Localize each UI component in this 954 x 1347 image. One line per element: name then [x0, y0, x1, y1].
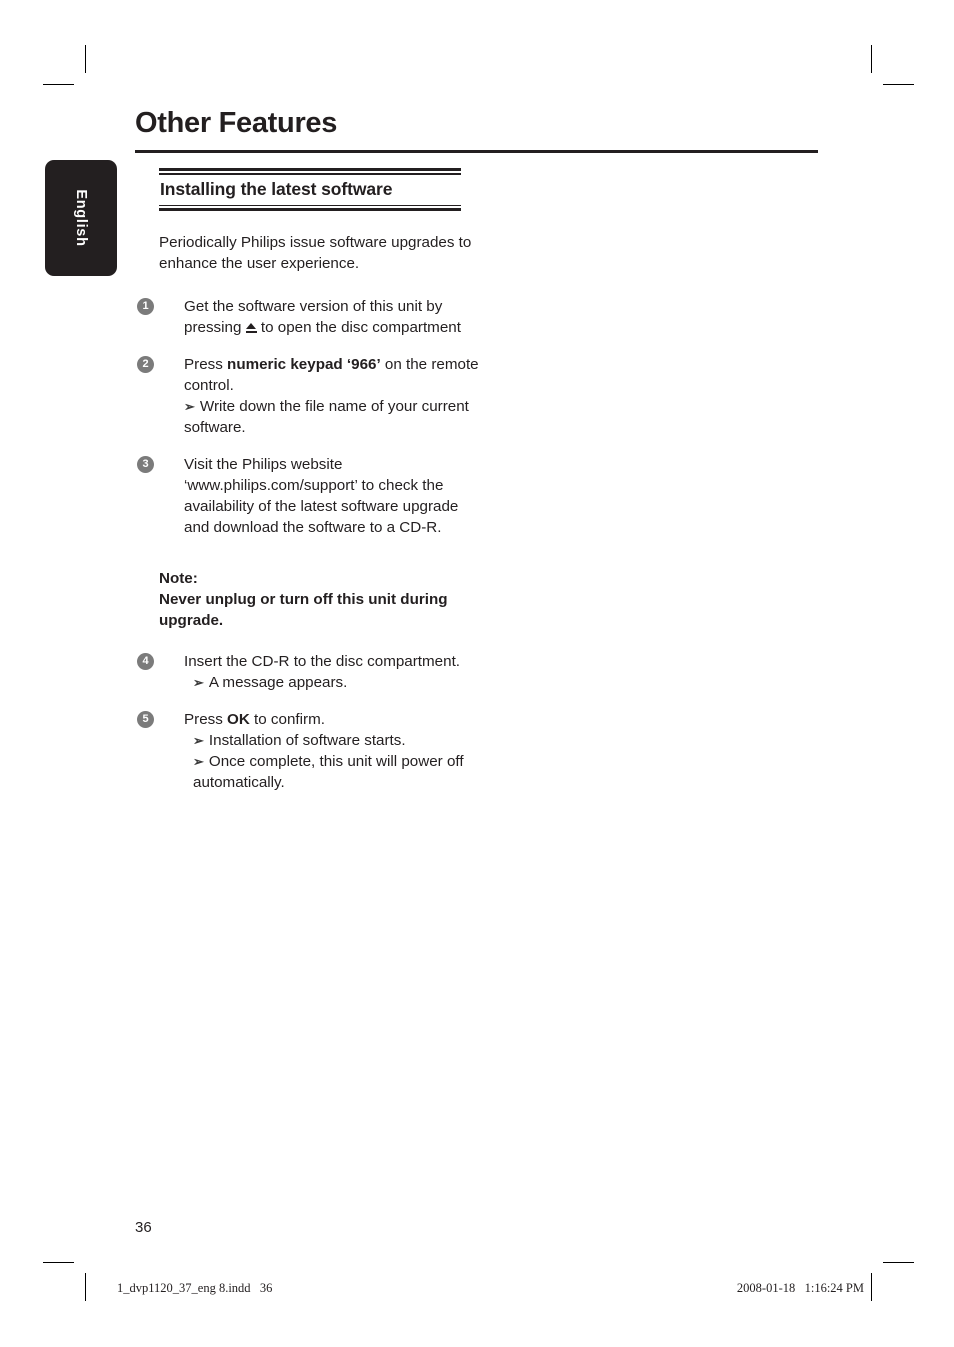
note-body: Never unplug or turn off this unit durin… — [159, 591, 448, 629]
crop-mark-top-right-horizontal — [883, 84, 914, 85]
step-body: Insert the CD-R to the disc compartment. — [184, 653, 461, 670]
crop-mark-bottom-right-horizontal — [883, 1262, 914, 1263]
step-sub-item-text: A message appears. — [208, 674, 348, 691]
arrow-right-icon: ➢ — [193, 675, 204, 690]
page-number: 36 — [135, 1219, 152, 1236]
manual-page: English Other Features Installing the la… — [0, 0, 954, 1347]
crop-mark-top-left-horizontal — [43, 84, 74, 85]
eject-icon — [245, 323, 257, 333]
note-spacer — [159, 554, 479, 568]
arrow-right-icon: ➢ — [193, 733, 204, 748]
list-item: 5 Press OK to confirm. ➢ Installation of … — [137, 709, 479, 793]
footer-timestamp: 2008-01-18 1:16:24 PM — [736, 1281, 864, 1295]
step-emphasis: numeric keypad ‘966’ — [227, 356, 381, 373]
step-emphasis: OK — [227, 711, 250, 728]
step-text-prefix: Press — [184, 711, 228, 728]
step-sub-item-text: Once complete, this unit will power off … — [193, 753, 464, 791]
crop-mark-bottom-left-horizontal — [43, 1262, 74, 1263]
page-title: Other Features — [135, 107, 338, 139]
step-sub-item: ➢ Installation of software starts. — [184, 730, 479, 751]
step-sub-item-text: Write down the file name of your current… — [184, 398, 469, 436]
step-number-badge: 1 — [137, 298, 154, 315]
crop-mark-top-left-vertical — [85, 45, 86, 73]
section-heading-block: Installing the latest software — [159, 168, 461, 211]
crop-mark-bottom-left-vertical — [85, 1273, 86, 1301]
crop-mark-bottom-right-vertical — [871, 1273, 872, 1301]
note-block: Note: Never unplug or turn off this unit… — [159, 568, 479, 631]
step-text-after-icon: to open the disc compartment — [256, 319, 461, 336]
step-number-badge: 4 — [137, 653, 154, 670]
list-item: 4 Insert the CD-R to the disc compartmen… — [137, 651, 479, 693]
list-item: 3 Visit the Philips website ‘www.philips… — [137, 454, 479, 538]
step-body: Press numeric keypad ‘966’ on the remote… — [184, 354, 479, 396]
body-column: Periodically Philips issue software upgr… — [137, 233, 479, 809]
step-sub-item-text: Installation of software starts. — [208, 732, 406, 749]
step-sub-item: ➢ A message appears. — [184, 672, 479, 693]
title-divider — [135, 150, 818, 153]
step-body: Visit the Philips website ‘www.philips.c… — [184, 456, 459, 536]
step-number-badge: 2 — [137, 356, 154, 373]
arrow-right-icon: ➢ — [193, 754, 204, 769]
section-heading: Installing the latest software — [160, 178, 393, 199]
step-text-prefix: Press — [184, 356, 228, 373]
step-body: Press OK to confirm. — [184, 709, 479, 730]
step-body: Get the software version of this unit by… — [184, 296, 479, 338]
footer-file-name: 1_dvp1120_37_eng 8.indd 36 — [117, 1281, 273, 1295]
step-sub-item: ➢ Write down the file name of your curren… — [184, 396, 479, 438]
step-text-suffix: to confirm. — [249, 711, 325, 728]
intro-paragraph: Periodically Philips issue software upgr… — [159, 234, 472, 272]
crop-mark-top-right-vertical — [871, 45, 872, 73]
language-tab: English — [45, 160, 117, 276]
list-item: 1 Get the software version of this unit … — [137, 296, 479, 338]
language-tab-label: English — [73, 189, 89, 247]
section-rule-bottom-thick — [159, 208, 461, 211]
list-item: 2 Press numeric keypad ‘966’ on the remo… — [137, 354, 479, 438]
note-label: Note: — [159, 570, 198, 587]
step-number-badge: 5 — [137, 711, 154, 728]
arrow-right-icon: ➢ — [184, 399, 195, 414]
step-number-badge: 3 — [137, 456, 154, 473]
step-sub-item: ➢ Once complete, this unit will power off… — [184, 751, 479, 793]
